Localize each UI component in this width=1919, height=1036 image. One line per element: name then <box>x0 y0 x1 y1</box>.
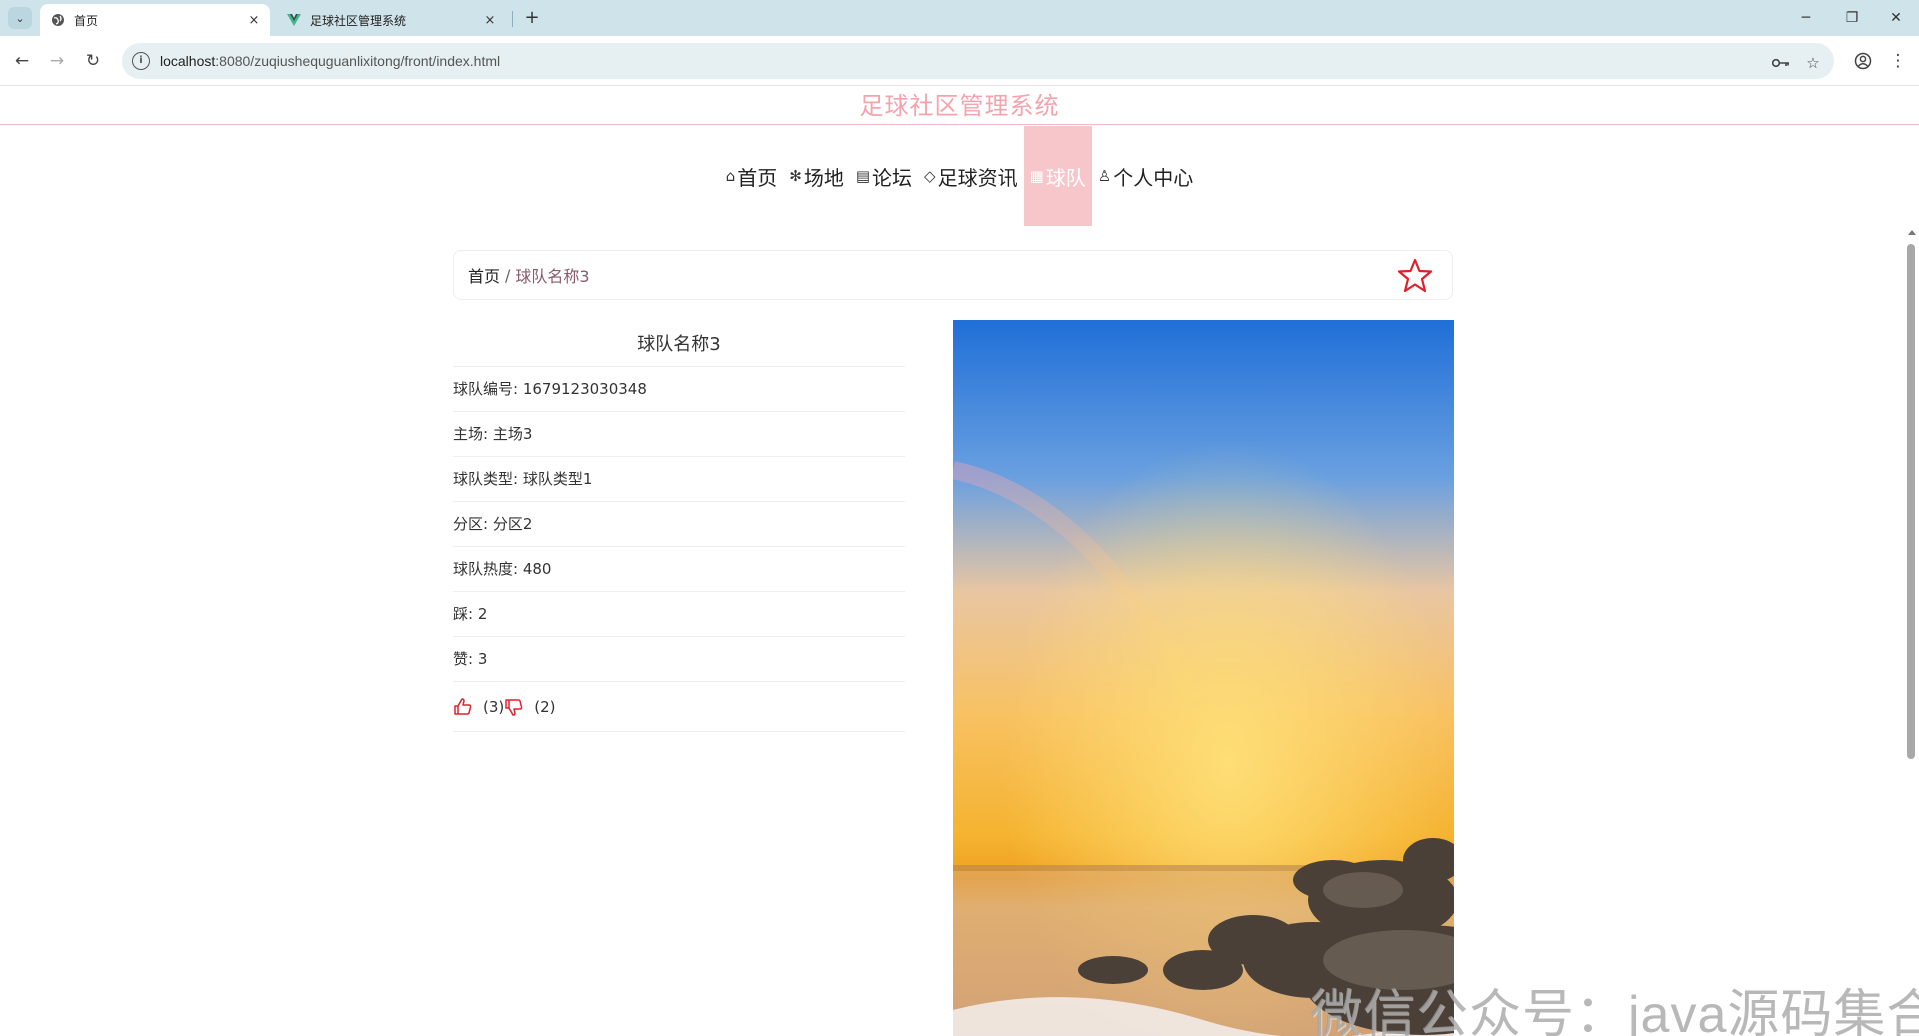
password-key-icon[interactable] <box>1770 52 1792 74</box>
nav-item-team[interactable]: ▦ 球队 <box>1023 126 1092 226</box>
popularity-field: 球队热度: 480 <box>453 547 905 592</box>
main-nav: ⌂ 首页 ✻ 场地 ▤ 论坛 ◇ 足球资讯 ▦ 球队 ♙ 个人中心 <box>0 126 1919 226</box>
browser-toolbar: ← → ↻ i localhost:8080/zuqiushequguanlix… <box>0 36 1919 86</box>
browser-menu-icon[interactable]: ⋮ <box>1885 48 1911 74</box>
division-field: 分区: 分区2 <box>453 502 905 547</box>
favorite-star-icon[interactable] <box>1396 257 1434 295</box>
breadcrumb-home-link[interactable]: 首页 <box>468 263 500 287</box>
dislike-count: (2) <box>534 697 556 716</box>
calendar-icon: ▤ <box>855 167 871 185</box>
url-host: localhost <box>160 53 216 69</box>
home-icon: ⌂ <box>725 167 736 185</box>
tab-title: 足球社区管理系统 <box>310 13 407 28</box>
close-window-button[interactable]: ✕ <box>1873 0 1919 36</box>
home-ground-field: 主场: 主场3 <box>453 412 905 457</box>
team-type-field: 球队类型: 球队类型1 <box>453 457 905 502</box>
nav-label: 场地 <box>803 165 844 190</box>
tab-divider <box>512 11 513 27</box>
watermark-text: 微信公众号：java源码集合 <box>1310 986 1919 1036</box>
tab-close-button[interactable]: × <box>480 13 500 28</box>
scroll-thumb[interactable] <box>1907 244 1915 759</box>
breadcrumb-current: 球队名称3 <box>515 267 590 286</box>
nav-item-venue[interactable]: ✻ 场地 <box>783 126 850 226</box>
nav-label: 首页 <box>737 165 778 190</box>
breadcrumb: 首页 / 球队名称3 <box>453 250 1453 300</box>
team-detail-panel: 球队名称3 球队编号: 1679123030348 主场: 主场3 球队类型: … <box>453 322 905 732</box>
dislike-field: 踩: 2 <box>453 592 905 637</box>
team-photo <box>953 320 1454 1036</box>
team-number-field: 球队编号: 1679123030348 <box>453 367 905 412</box>
scroll-up-arrow-icon[interactable] <box>1908 230 1916 235</box>
nav-item-news[interactable]: ◇ 足球资讯 <box>918 126 1024 226</box>
site-title: 足球社区管理系统 <box>859 92 1060 120</box>
address-bar[interactable]: i localhost:8080/zuqiushequguanlixitong/… <box>122 43 1834 79</box>
nav-label: 个人中心 <box>1113 165 1194 190</box>
forward-icon[interactable]: → <box>44 48 70 74</box>
tab-football-system[interactable]: 足球社区管理系统 × <box>276 4 506 36</box>
grid-icon: ▦ <box>1029 167 1044 185</box>
url-path: :8080/zuqiushequguanlixitong/front/index… <box>215 53 501 69</box>
tab-home[interactable]: 首页 × <box>40 4 270 36</box>
reload-icon[interactable]: ↻ <box>80 48 106 74</box>
nav-label: 球队 <box>1045 165 1086 190</box>
globe-icon <box>50 12 66 28</box>
minimize-button[interactable]: ─ <box>1783 0 1829 36</box>
tab-search-menu-button[interactable]: ⌄ <box>8 7 32 29</box>
back-icon[interactable]: ← <box>9 48 35 74</box>
bookmark-star-icon[interactable]: ☆ <box>1802 52 1824 74</box>
tag-icon: ◇ <box>924 167 936 185</box>
vote-row: (3) (2) <box>453 682 905 732</box>
nav-label: 足球资讯 <box>937 165 1018 190</box>
nav-label: 论坛 <box>872 165 913 190</box>
tab-close-button[interactable]: × <box>244 13 264 28</box>
user-icon: ♙ <box>1097 167 1112 185</box>
snowflake-icon: ✻ <box>789 167 802 185</box>
thumbs-down-icon[interactable] <box>504 697 524 717</box>
vue-logo-icon <box>286 12 302 28</box>
browser-tab-bar: ⌄ 首页 × 足球社区管理系统 × + ─ ❐ ✕ <box>0 0 1919 36</box>
thumbs-up-icon[interactable] <box>453 697 473 717</box>
nav-item-home[interactable]: ⌂ 首页 <box>720 126 784 226</box>
new-tab-button[interactable]: + <box>520 6 544 30</box>
page-scrollbar[interactable] <box>1904 228 1919 1036</box>
nav-item-forum[interactable]: ▤ 论坛 <box>850 126 918 226</box>
url-text[interactable]: localhost:8080/zuqiushequguanlixitong/fr… <box>160 53 500 69</box>
profile-icon[interactable] <box>1850 48 1876 74</box>
like-field: 赞: 3 <box>453 637 905 682</box>
site-info-icon[interactable]: i <box>132 52 150 70</box>
restore-button[interactable]: ❐ <box>1829 0 1875 36</box>
nav-item-profile[interactable]: ♙ 个人中心 <box>1092 126 1199 226</box>
team-name-title: 球队名称3 <box>453 322 905 367</box>
like-count: (3) <box>483 697 505 716</box>
site-header: 足球社区管理系统 <box>0 87 1919 125</box>
tab-title: 首页 <box>74 13 99 28</box>
breadcrumb-separator: / <box>505 265 511 285</box>
